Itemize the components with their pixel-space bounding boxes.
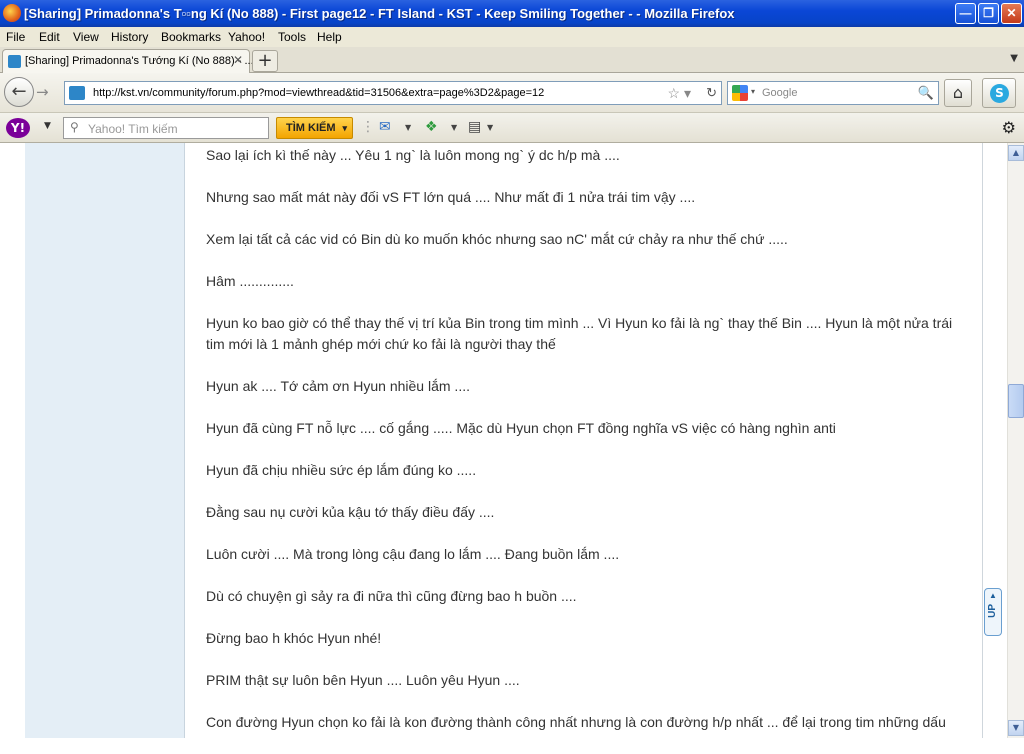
scrollbar-thumb[interactable] [1008,384,1024,418]
tab-label: [Sharing] Primadonna's Tướng Kí (No 888)… [25,55,254,67]
scroll-down-arrow-icon[interactable]: ▼ [1008,720,1024,736]
google-engine-icon[interactable] [732,85,748,101]
menu-help[interactable]: Help [317,30,342,44]
scroll-up-arrow-icon[interactable]: ▲ [1008,145,1024,161]
site-favicon-icon [8,55,21,68]
tab-active[interactable]: [Sharing] Primadonna's Tướng Kí (No 888)… [2,49,254,73]
forward-arrow-icon[interactable]: → [36,83,49,101]
minimize-button[interactable]: — [955,3,976,24]
menu-bar: File Edit View History Bookmarks Yahoo! … [0,27,1024,47]
post-line: Con đường Hyun chọn ko fải là kon đường … [206,714,946,730]
post-body: Sao lại ích kì thế này ... Yêu 1 ng` là … [186,143,983,738]
post-line: Dù có chuyện gì sảy ra đi nữa thì cũng đ… [206,588,577,604]
gear-icon[interactable]: ⚙ [1002,118,1016,137]
yahoo-toolbar: Y! ▼ ⚲ Yahoo! Tìm kiếm TÌM KIẾM ⋮ ✉ ▼ ❖ … [0,113,1024,143]
post-line: Hâm .............. [206,273,294,289]
post-line: Luôn cười .... Mà trong lòng cậu đang lo… [206,546,620,562]
magnifier-icon[interactable]: 🔍 [918,85,934,101]
mail-dropdown-icon[interactable]: ▼ [405,123,411,141]
post-line: Đừng bao h khóc Hyun nhé! [206,630,382,646]
menu-yahoo[interactable]: Yahoo! [228,30,265,44]
back-arrow-icon[interactable]: ← [4,77,34,107]
post-line: Hyun ko bao giờ có thể thay thế vị trí k… [206,315,953,352]
menu-view[interactable]: View [73,30,99,44]
post-line: Hyun đã chịu nhiều sức ép lắm đúng ko ..… [206,462,477,478]
search-placeholder: Google [762,87,798,99]
clipboard-dropdown-icon[interactable]: ▼ [487,123,493,141]
menu-tools[interactable]: Tools [278,30,306,44]
yahoo-menu-dropdown-icon[interactable]: ▼ [44,121,51,131]
post-line: Đằng sau nụ cười kủa kậu tớ thấy điều đấ… [206,504,495,520]
scroll-to-top-button[interactable]: ▲ UP [984,588,1002,636]
skype-button[interactable]: S [982,78,1016,108]
close-icon: ✕ [1006,6,1017,20]
skype-icon: S [990,84,1009,103]
menu-bookmarks[interactable]: Bookmarks [161,30,221,44]
engine-dropdown-icon[interactable]: ▾ [751,87,755,96]
yahoo-search-input[interactable]: ⚲ Yahoo! Tìm kiếm [63,117,269,139]
post-author-column [25,143,185,738]
tab-bar: [Sharing] Primadonna's Tướng Kí (No 888)… [0,47,1024,73]
yahoo-logo-icon[interactable]: Y! [6,118,30,138]
up-button-label: UP [987,604,998,618]
url-bar[interactable]: http://kst.vn/community/forum.php?mod=vi… [64,81,722,105]
post-line: Hyun ak .... Tớ cảm ơn Hyun nhiều lắm ..… [206,378,470,394]
menu-edit[interactable]: Edit [39,30,60,44]
menu-file[interactable]: File [6,30,25,44]
restore-button[interactable]: ❐ [978,3,999,24]
bookmark-star-icon[interactable]: ☆ ▾ [668,85,691,102]
window-title: [Sharing] Primadonna's T▫▫ng Kí (No 888)… [24,6,735,21]
page-content: Sao lại ích kì thế này ... Yêu 1 ng` là … [0,143,1024,738]
yahoo-search-placeholder: Yahoo! Tìm kiếm [88,122,178,136]
post-line: PRIM thật sự luôn bên Hyun .... Luôn yêu… [206,672,520,688]
url-text[interactable]: http://kst.vn/community/forum.php?mod=vi… [93,87,544,99]
search-icon: ⚲ [70,120,79,134]
tab-list-icon[interactable]: ▼ [1010,53,1018,64]
post-line: Xem lại tất cả các vid có Bin dù ko muốn… [206,231,788,247]
reload-icon[interactable]: ↻ [706,85,717,101]
web-search-input[interactable]: ▾ Google 🔍 [727,81,939,105]
menu-history[interactable]: History [111,30,148,44]
restore-icon: ❐ [983,6,994,20]
close-button[interactable]: ✕ [1001,3,1022,24]
post-message: Sao lại ích kì thế này ... Yêu 1 ng` là … [206,145,966,754]
vertical-scrollbar[interactable]: ▲ ▼ [1007,143,1024,738]
post-line: Hyun đã cùng FT nỗ lực .... cố gắng ....… [206,420,836,436]
widget-dropdown-icon[interactable]: ▼ [451,123,457,141]
clipboard-icon[interactable]: ▤ [468,119,481,137]
firefox-icon [3,4,21,22]
navigation-toolbar: ← → http://kst.vn/community/forum.php?mo… [0,73,1024,113]
window-titlebar: [Sharing] Primadonna's T▫▫ng Kí (No 888)… [0,0,1024,27]
close-tab-icon[interactable]: ✕ [233,53,243,67]
toolbar-grip-icon: ⋮ [361,119,375,135]
site-identity-icon[interactable] [69,86,85,100]
minimize-icon: — [959,6,972,20]
mail-icon[interactable]: ✉ [379,119,391,137]
post-line: Nhưng sao mất mát này đối vS FT lớn quá … [206,189,696,205]
new-tab-button[interactable]: + [252,50,278,72]
yahoo-search-button[interactable]: TÌM KIẾM [276,117,353,139]
home-icon[interactable]: ⌂ [944,79,972,107]
up-arrow-icon: ▲ [989,591,997,600]
post-line: Sao lại ích kì thế này ... Yêu 1 ng` là … [206,147,620,163]
plus-widget-icon[interactable]: ❖ [425,119,438,137]
